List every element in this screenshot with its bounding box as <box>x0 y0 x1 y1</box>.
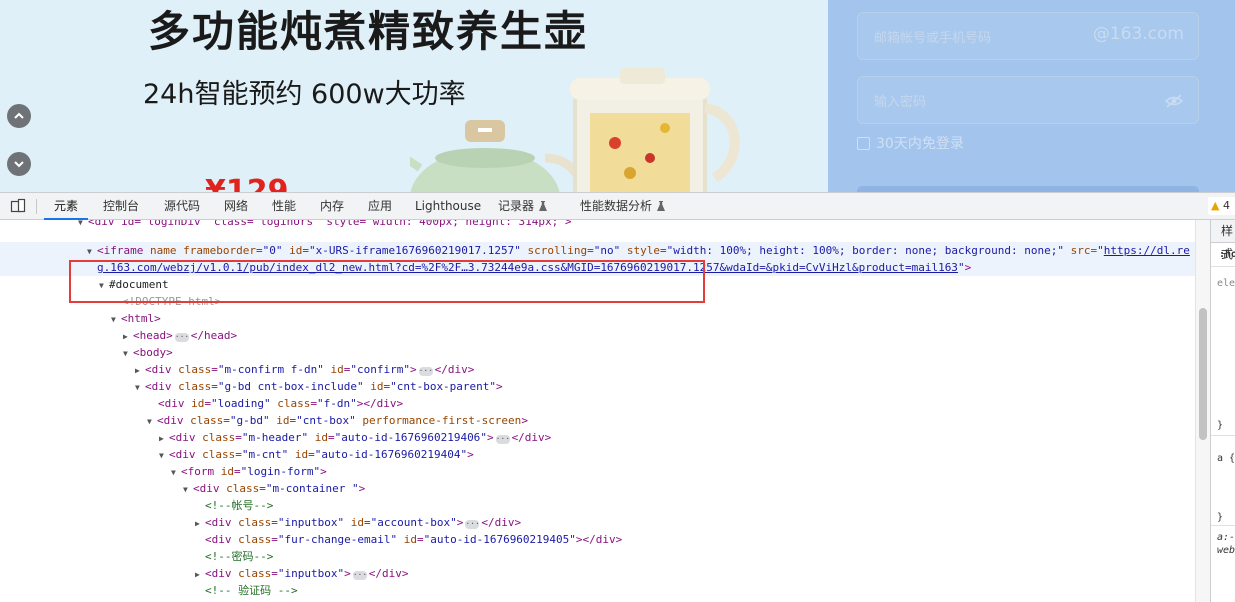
rule-divider <box>1211 435 1235 436</box>
tab-memory[interactable]: 内存 <box>320 193 344 220</box>
hide-password-icon[interactable] <box>1164 91 1184 111</box>
password-placeholder: 输入密码 <box>874 95 927 110</box>
devtools-toolbar: 元素 控制台 源代码 网络 性能 内存 应用 Lighthouse 记录器 性能… <box>0 193 1235 220</box>
tab-performance[interactable]: 性能 <box>272 193 296 220</box>
experiment-icon <box>539 201 548 211</box>
tab-application[interactable]: 应用 <box>368 193 392 220</box>
banner-subline: 24h智能预约 600w大功率 <box>143 79 466 110</box>
tab-recorder-label: 记录器 <box>498 199 535 213</box>
expand-arrow-icon[interactable]: ▶ <box>159 430 169 447</box>
collapse-arrow-icon[interactable]: ▼ <box>78 220 88 231</box>
collapse-arrow-icon[interactable]: ▼ <box>159 447 169 464</box>
dom-line-login-form[interactable]: ▼ <form id="login-form"> <box>0 463 1195 480</box>
account-field[interactable]: 邮箱帐号或手机号码 @163.com <box>857 12 1199 60</box>
ellipsis-icon[interactable]: ··· <box>495 435 510 444</box>
ellipsis-icon[interactable]: ··· <box>465 520 480 529</box>
chevron-down-icon <box>14 161 24 168</box>
dom-line-iframe[interactable]: ▼ <iframe name frameborder="0" id="x-URS-… <box>0 242 1195 259</box>
remember-label: 30天内免登录 <box>876 136 964 152</box>
highlight-annotation-box <box>69 260 705 303</box>
collapse-arrow-icon[interactable]: ▼ <box>183 481 193 498</box>
tab-console[interactable]: 控制台 <box>103 193 139 220</box>
dom-line-comment-account[interactable]: <!--帐号--> <box>0 497 1195 514</box>
tab-lighthouse[interactable]: Lighthouse <box>415 193 481 220</box>
dom-line-header[interactable]: ▶ <div class="m-header" id="auto-id-16769… <box>0 429 1195 446</box>
element-style-label: ele <box>1217 278 1235 289</box>
tab-recorder[interactable]: 记录器 <box>498 193 548 220</box>
collapse-arrow-icon[interactable]: ▼ <box>171 464 181 481</box>
banner-headline: 多功能炖煮精致养生壶 <box>148 7 589 56</box>
brace-close: } <box>1217 512 1224 523</box>
rule-divider <box>1211 525 1235 526</box>
tab-performance-insights[interactable]: 性能数据分析 <box>580 193 666 220</box>
collapse-arrow-icon[interactable]: ▼ <box>111 311 121 328</box>
collapse-arrow-icon[interactable]: ▼ <box>147 413 157 430</box>
ellipsis-icon[interactable]: ··· <box>174 333 189 342</box>
collapse-arrow-icon[interactable]: ▼ <box>123 345 133 362</box>
expand-arrow-icon[interactable]: ▶ <box>195 566 205 583</box>
dom-tree: ▼ <div id="loginDiv" class="loginUrs" sty… <box>0 220 1195 602</box>
product-banner[interactable]: 多功能炖煮精致养生壶 24h智能预约 600w大功率 ¥129 <box>0 0 828 192</box>
dom-line-loading[interactable]: <div id="loading" class="f-dn"></div> <box>0 395 1195 412</box>
tab-sources[interactable]: 源代码 <box>164 193 200 220</box>
dom-tree-scrollbar[interactable] <box>1195 220 1210 602</box>
scroll-up-button[interactable] <box>7 104 31 128</box>
hover-filter[interactable]: :ho <box>1211 243 1235 267</box>
login-panel: 邮箱帐号或手机号码 @163.com 输入密码 30天内免登录 <box>828 0 1235 192</box>
pseudo-rule-source: webk <box>1217 545 1235 556</box>
warning-count: 4 <box>1222 199 1230 212</box>
dom-line-change-email[interactable]: <div class="fur-change-email" id="auto-i… <box>0 531 1195 548</box>
remember-checkbox[interactable] <box>857 136 870 150</box>
dom-line-account-box[interactable]: ▶ <div class="inputbox" id="account-box">… <box>0 514 1195 531</box>
page-preview: 多功能炖煮精致养生壶 24h智能预约 600w大功率 ¥129 邮箱帐号或手机号… <box>0 0 1235 192</box>
warning-icon: ▲ <box>1211 199 1220 212</box>
dom-line-password-box[interactable]: ▶ <div class="inputbox"> ··· </div> <box>0 565 1195 582</box>
remember-me[interactable]: 30天内免登录 <box>857 133 964 153</box>
dom-line-m-cnt[interactable]: ▼ <div class="m-cnt" id="auto-id-16769602… <box>0 446 1195 463</box>
dom-line-cnt-box[interactable]: ▼ <div class="g-bd" id="cnt-box" performa… <box>0 412 1195 429</box>
tab-performance-insights-label: 性能数据分析 <box>580 199 653 213</box>
dom-line-html[interactable]: ▼ <html> <box>0 310 1195 327</box>
dom-line-head[interactable]: ▶ <head> ··· </head> <box>0 327 1195 344</box>
iframe-src-link[interactable]: https://dl.re <box>1104 244 1190 257</box>
brace-close: } <box>1217 420 1224 431</box>
ellipsis-icon[interactable]: ··· <box>418 367 433 376</box>
glass-kettle-image <box>570 68 740 192</box>
dom-line-comment-captcha[interactable]: <!-- 验证码 --> <box>0 582 1195 599</box>
dom-line-container[interactable]: ▼ <div class="m-container "> <box>0 480 1195 497</box>
collapse-arrow-icon[interactable]: ▼ <box>135 379 145 396</box>
pseudo-rule-selector: a:- <box>1217 532 1235 543</box>
account-domain-suffix: @163.com <box>1092 24 1184 44</box>
expand-arrow-icon[interactable]: ▶ <box>195 515 205 532</box>
collapse-arrow-icon[interactable]: ▼ <box>87 243 97 260</box>
scroll-down-button[interactable] <box>7 152 31 176</box>
tab-network[interactable]: 网络 <box>224 193 248 220</box>
styles-pane: 样式 :ho ele } a { } a:- webk <box>1210 220 1235 602</box>
devtools-panel: 元素 控制台 源代码 网络 性能 内存 应用 Lighthouse 记录器 性能… <box>0 192 1235 602</box>
dom-line[interactable]: ▼ <div id="loginDiv" class="loginUrs" sty… <box>0 220 1195 230</box>
dom-line-confirm[interactable]: ▶ <div class="m-confirm f-dn" id="confirm… <box>0 361 1195 378</box>
dom-line-body[interactable]: ▼ <body> <box>0 344 1195 361</box>
password-field[interactable]: 输入密码 <box>857 76 1199 124</box>
chevron-up-icon <box>14 112 24 119</box>
tab-elements[interactable]: 元素 <box>44 193 89 220</box>
device-toolbar-icon[interactable] <box>10 198 26 214</box>
rule-selector: a { <box>1217 453 1235 464</box>
experiment-icon <box>657 201 666 211</box>
tab-styles[interactable]: 样式 <box>1211 220 1235 261</box>
dom-line-cnt-box-parent[interactable]: ▼ <div class="g-bd cnt-box-include" id="c… <box>0 378 1195 395</box>
ellipsis-icon[interactable]: ··· <box>352 571 367 580</box>
scrollbar-thumb[interactable] <box>1199 308 1207 440</box>
expand-arrow-icon[interactable]: ▶ <box>123 328 133 345</box>
warnings-badge[interactable]: ▲ 4 <box>1208 197 1235 215</box>
banner-price: ¥129 <box>205 174 289 192</box>
expand-arrow-icon[interactable]: ▶ <box>135 362 145 379</box>
toolbar-divider <box>36 199 37 214</box>
dom-line-comment-password[interactable]: <!--密码--> <box>0 548 1195 565</box>
account-placeholder: 邮箱帐号或手机号码 <box>874 31 992 46</box>
